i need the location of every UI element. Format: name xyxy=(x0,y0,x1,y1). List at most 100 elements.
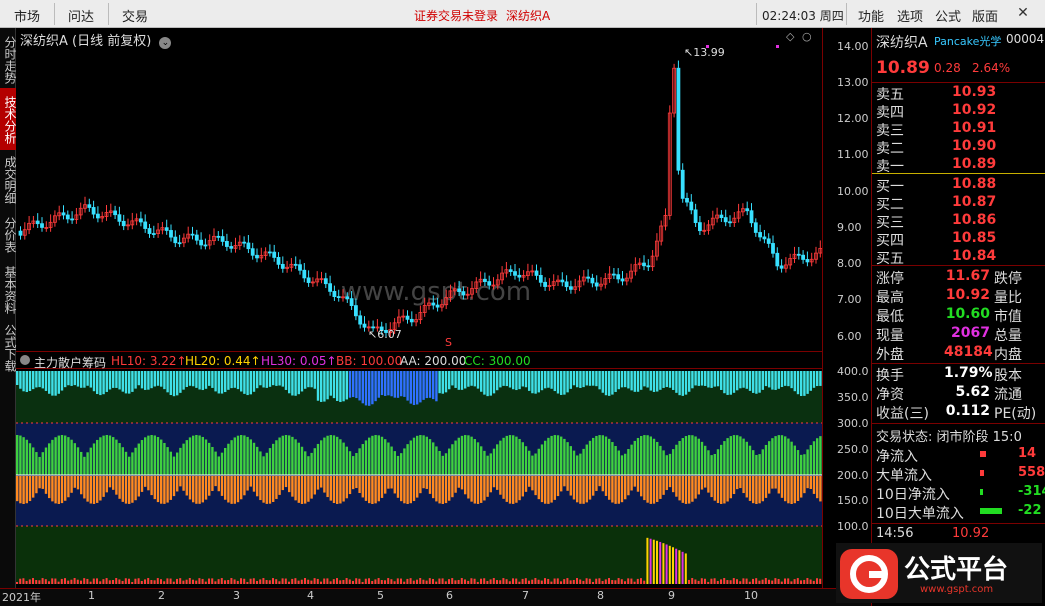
quote-row: 买四 10.85 xyxy=(876,230,1044,249)
orange-bar xyxy=(630,476,633,491)
menu-options[interactable]: 选项 xyxy=(897,6,923,25)
orange-bar xyxy=(483,476,486,501)
hl-bar xyxy=(809,579,812,584)
indicator-menu-icon[interactable] xyxy=(20,355,30,365)
candle-body xyxy=(353,305,358,317)
quote-row: 买五 10.84 xyxy=(876,248,1044,267)
hl-bar xyxy=(96,578,98,584)
orange-bar xyxy=(16,476,19,502)
green-bar xyxy=(544,440,547,475)
hl-bar xyxy=(332,579,335,584)
hl-bar xyxy=(73,578,76,584)
blue-bar xyxy=(489,371,492,396)
green-bar xyxy=(38,456,41,475)
green-bar xyxy=(438,450,441,475)
blue-bar xyxy=(560,371,563,395)
tab-price-table[interactable]: 分价表 xyxy=(0,208,17,260)
orange-bar xyxy=(32,476,35,498)
green-bar xyxy=(393,451,396,475)
blue-bar xyxy=(716,371,720,387)
blue-bar xyxy=(707,371,710,388)
green-bar xyxy=(486,455,489,475)
orange-bar xyxy=(681,476,684,503)
green-bar xyxy=(572,450,576,475)
green-bar xyxy=(524,446,528,475)
green-bar xyxy=(300,446,304,475)
hl-bar xyxy=(716,581,719,584)
hl-bar xyxy=(736,579,738,584)
dropdown-icon[interactable]: ⌄ xyxy=(159,37,172,49)
green-bar xyxy=(540,444,544,475)
green-bar xyxy=(652,438,656,475)
green-bar xyxy=(284,435,288,475)
blue-bar xyxy=(268,371,272,387)
blue-bar xyxy=(102,371,105,395)
tab-formula-download[interactable]: 公式下载 xyxy=(0,318,17,376)
blue-bar xyxy=(214,371,217,392)
green-bar xyxy=(665,455,668,475)
hl-bar xyxy=(80,580,82,584)
current-price: 10.89 xyxy=(876,58,930,78)
green-bar xyxy=(403,448,406,475)
candle-body xyxy=(719,214,724,218)
quote-row-label: 10日净流入 xyxy=(876,487,950,503)
orange-bar xyxy=(208,476,211,496)
circle-icon[interactable]: ○ xyxy=(802,30,812,43)
green-bar xyxy=(700,441,704,475)
candle-body xyxy=(216,235,221,238)
green-bar xyxy=(310,452,313,475)
candle-body xyxy=(194,234,199,241)
blue-bar xyxy=(806,371,809,394)
hl-bar xyxy=(211,578,214,584)
hl-bar xyxy=(19,578,22,584)
quote-row-label: 卖四 xyxy=(876,105,904,121)
green-bar xyxy=(275,440,278,475)
orange-bar xyxy=(51,476,54,502)
blue-bar xyxy=(592,371,595,386)
green-bar xyxy=(457,437,460,475)
hl-bar xyxy=(739,581,742,584)
indicator-name[interactable]: 主力散户筹码 xyxy=(34,354,106,371)
orange-bar xyxy=(281,476,284,491)
hl-bar xyxy=(787,578,790,584)
tab-trade-detail[interactable]: 成交明细 xyxy=(0,150,17,208)
quote-row-label2: 流通 xyxy=(994,387,1022,403)
orange-bar xyxy=(374,476,377,504)
blue-bar xyxy=(217,371,220,394)
chart-title: 深纺织A (日线 前复权) ⌄ xyxy=(20,30,172,49)
hl-bar xyxy=(582,580,585,584)
hl-bar xyxy=(368,578,370,584)
orange-bar xyxy=(790,476,793,504)
green-bar xyxy=(22,437,25,475)
menu-layout[interactable]: 版面 xyxy=(972,6,998,25)
menu-formula[interactable]: 公式 xyxy=(935,6,961,25)
orange-bar xyxy=(329,476,332,501)
price-tick: 12.00 xyxy=(837,112,869,125)
green-bar xyxy=(320,440,323,475)
blue-bar xyxy=(220,371,224,394)
green-bar xyxy=(620,455,624,475)
tab-technical-analysis[interactable]: 技术分析 xyxy=(0,88,17,150)
tab-basic-info[interactable]: 基本资料 xyxy=(0,260,17,318)
green-bar xyxy=(579,453,582,475)
menu-trade[interactable]: 交易 xyxy=(122,6,148,25)
orange-bar xyxy=(614,476,617,504)
tab-intraday[interactable]: 分时走势 xyxy=(0,30,17,88)
blue-bar xyxy=(761,371,764,390)
diamond-icon[interactable]: ◇ xyxy=(786,30,795,43)
menu-market[interactable]: 市场 xyxy=(14,6,40,25)
green-bar xyxy=(345,446,348,475)
login-warning[interactable]: 证券交易未登录 xyxy=(414,7,498,24)
orange-bar xyxy=(508,476,512,504)
green-bar xyxy=(179,447,182,475)
candle-body xyxy=(298,264,302,271)
green-bar xyxy=(624,453,627,475)
hl-bar xyxy=(707,581,710,584)
blue-bar xyxy=(566,371,569,393)
menu-function[interactable]: 功能 xyxy=(858,6,884,25)
menu-wenda[interactable]: 问达 xyxy=(68,6,94,25)
blue-bar xyxy=(396,371,400,398)
kline-chart[interactable]: www.gspt.com ↖13.99 ↖6.07 S ◇ ○ xyxy=(16,28,822,588)
close-icon[interactable]: ✕ xyxy=(1014,4,1032,22)
blue-bar xyxy=(256,371,259,389)
